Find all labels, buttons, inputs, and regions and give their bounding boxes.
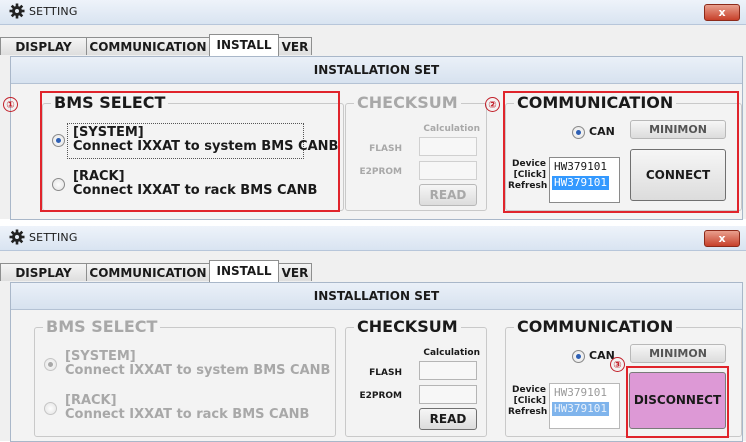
highlight-box-disconnect bbox=[626, 366, 729, 438]
annotation-2: ② bbox=[485, 97, 500, 112]
highlight-box-communication bbox=[503, 91, 739, 213]
rack-description: Connect IXXAT to rack BMS CANB bbox=[65, 407, 310, 422]
tab-display[interactable]: DISPLAY bbox=[0, 263, 87, 281]
device-label: Device bbox=[512, 385, 546, 395]
read-button[interactable]: READ bbox=[419, 184, 477, 206]
flash-label: FLASH bbox=[369, 368, 402, 378]
tab-ver[interactable]: VER bbox=[278, 37, 312, 55]
device-list[interactable]: HW379101 HW379101 bbox=[549, 383, 620, 429]
rack-label: [RACK] bbox=[65, 393, 117, 408]
bms-select-group: BMS SELECT [SYSTEM] Connect IXXAT to sys… bbox=[34, 317, 336, 437]
system-radio[interactable] bbox=[44, 358, 57, 371]
e2prom-value-field bbox=[419, 385, 477, 404]
section-title: INSTALLATION SET bbox=[11, 283, 742, 310]
checksum-group: CHECKSUM Calculation FLASH E2PROM READ bbox=[345, 317, 487, 437]
tab-display[interactable]: DISPLAY bbox=[0, 37, 87, 55]
e2prom-label: E2PROM bbox=[359, 391, 402, 401]
can-radio[interactable] bbox=[572, 350, 585, 363]
tab-bar: DISPLAY COMMUNICATION INSTALL VER bbox=[0, 25, 746, 56]
window-title: SETTING bbox=[29, 231, 78, 244]
flash-value-field bbox=[419, 361, 477, 380]
e2prom-value-field bbox=[419, 161, 477, 180]
tab-ver[interactable]: VER bbox=[278, 263, 312, 281]
annotation-3: ③ bbox=[610, 357, 625, 372]
device-list-item-selected[interactable]: HW379101 bbox=[552, 402, 609, 416]
gear-icon bbox=[9, 3, 25, 19]
highlight-box-bms-select bbox=[40, 91, 340, 212]
minimon-button[interactable]: MINIMON bbox=[630, 344, 726, 363]
tab-communication[interactable]: COMMUNICATION bbox=[86, 37, 210, 55]
bms-select-title: BMS SELECT bbox=[43, 317, 161, 337]
calculation-label: Calculation bbox=[423, 348, 480, 358]
tab-install[interactable]: INSTALL bbox=[209, 260, 279, 282]
calculation-label: Calculation bbox=[423, 124, 480, 134]
communication-title: COMMUNICATION bbox=[514, 317, 677, 337]
system-label: [SYSTEM] bbox=[65, 349, 136, 364]
tab-install[interactable]: INSTALL bbox=[209, 34, 279, 56]
checksum-group: CHECKSUM Calculation FLASH E2PROM READ bbox=[345, 93, 487, 211]
tab-communication[interactable]: COMMUNICATION bbox=[86, 263, 210, 281]
click-label: [Click] bbox=[513, 396, 546, 406]
gear-icon bbox=[9, 229, 25, 245]
close-button[interactable]: x bbox=[704, 230, 740, 247]
tab-bar: DISPLAY COMMUNICATION INSTALL VER bbox=[0, 251, 746, 282]
settings-window-connected-before: SETTING x DISPLAY COMMUNICATION INSTALL … bbox=[0, 0, 746, 220]
checksum-title: CHECKSUM bbox=[354, 93, 461, 113]
refresh-label: Refresh bbox=[508, 407, 548, 417]
window-title: SETTING bbox=[29, 5, 78, 18]
rack-radio[interactable] bbox=[44, 402, 57, 415]
title-bar: SETTING x bbox=[0, 0, 746, 25]
annotation-1: ① bbox=[3, 97, 18, 112]
close-button[interactable]: x bbox=[704, 4, 740, 21]
flash-value-field bbox=[419, 137, 477, 156]
title-bar: SETTING x bbox=[0, 226, 746, 251]
section-title: INSTALLATION SET bbox=[11, 57, 742, 84]
device-list-item[interactable]: HW379101 bbox=[552, 386, 609, 400]
settings-window-connected-after: SETTING x DISPLAY COMMUNICATION INSTALL … bbox=[0, 226, 746, 442]
e2prom-label: E2PROM bbox=[359, 167, 402, 177]
read-button[interactable]: READ bbox=[419, 408, 477, 430]
checksum-title: CHECKSUM bbox=[354, 317, 461, 337]
system-description: Connect IXXAT to system BMS CANB bbox=[65, 363, 331, 378]
flash-label: FLASH bbox=[369, 144, 402, 154]
